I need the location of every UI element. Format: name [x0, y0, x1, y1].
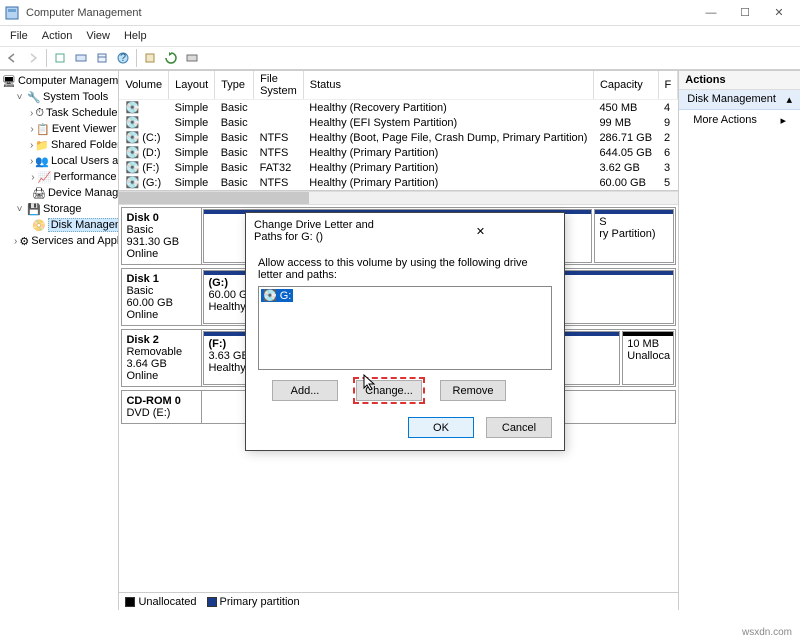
tree-system-tools[interactable]: ˅🔧System Tools	[0, 89, 118, 105]
col-fs[interactable]: File System	[254, 71, 304, 100]
legend: Unallocated Primary partition	[119, 592, 678, 610]
app-icon	[4, 5, 20, 21]
col-f[interactable]: F	[658, 71, 678, 100]
toolbar-icon-5[interactable]	[182, 48, 202, 68]
tree-event-viewer[interactable]: ›📋Event Viewer	[0, 121, 118, 137]
drive-item-g[interactable]: 💽G:	[261, 289, 293, 302]
titlebar: Computer Management — ☐ ✕	[0, 0, 800, 26]
window-title: Computer Management	[26, 7, 694, 19]
disk-0-info: Disk 0 Basic 931.30 GB Online	[122, 208, 202, 264]
menu-view[interactable]: View	[80, 28, 116, 44]
actions-section[interactable]: Disk Management▴	[679, 90, 800, 110]
chevron-right-icon: ▸	[780, 114, 786, 127]
toolbar: ?	[0, 46, 800, 70]
remove-button[interactable]: Remove	[440, 380, 506, 401]
volume-row[interactable]: 💽 (D:)SimpleBasicNTFSHealthy (Primary Pa…	[119, 145, 677, 160]
perf-icon: 📈	[38, 170, 52, 184]
computer-icon: 🖥	[2, 74, 16, 88]
actions-pane: Actions Disk Management▴ More Actions▸	[679, 71, 800, 610]
event-icon: 📋	[36, 122, 50, 136]
change-drive-letter-dialog: Change Drive Letter and Paths for G: () …	[245, 212, 565, 451]
cdrom-info: CD-ROM 0 DVD (E:)	[122, 391, 202, 423]
footer-watermark: wsxdn.com	[742, 627, 792, 638]
tree-services[interactable]: ›⚙Services and Applications	[0, 233, 118, 249]
dialog-title: Change Drive Letter and Paths for G: ()	[254, 219, 405, 243]
col-capacity[interactable]: Capacity	[593, 71, 658, 100]
dialog-close-button[interactable]: ✕	[405, 225, 556, 238]
drive-paths-listbox[interactable]: 💽G:	[258, 286, 552, 370]
menu-file[interactable]: File	[4, 28, 34, 44]
svg-text:?: ?	[120, 52, 126, 64]
forward-button[interactable]	[23, 48, 43, 68]
users-icon: 👥	[35, 154, 49, 168]
disk-1-info: Disk 1 Basic 60.00 GB Online	[122, 269, 202, 325]
drive-icon: 💽	[263, 289, 277, 302]
refresh-icon[interactable]	[161, 48, 181, 68]
disk-icon: 📀	[32, 218, 46, 232]
tree-storage[interactable]: ˅💾Storage	[0, 201, 118, 217]
back-button[interactable]	[2, 48, 22, 68]
menubar: File Action View Help	[0, 26, 800, 46]
tree-device-manager[interactable]: 🖨Device Manager	[0, 185, 118, 201]
tree-shared-folders[interactable]: ›📁Shared Folders	[0, 137, 118, 153]
menu-action[interactable]: Action	[36, 28, 79, 44]
cancel-button[interactable]: Cancel	[486, 417, 552, 438]
tree-performance[interactable]: ›📈Performance	[0, 169, 118, 185]
menu-help[interactable]: Help	[118, 28, 153, 44]
toolbar-icon-2[interactable]	[71, 48, 91, 68]
actions-header: Actions	[679, 71, 800, 90]
device-icon: 🖨	[32, 186, 46, 200]
collapse-icon: ▴	[786, 93, 792, 106]
volume-row[interactable]: 💽 SimpleBasicHealthy (Recovery Partition…	[119, 100, 677, 116]
toolbar-icon-1[interactable]	[50, 48, 70, 68]
volume-row[interactable]: 💽 SimpleBasicHealthy (EFI System Partiti…	[119, 115, 677, 130]
col-layout[interactable]: Layout	[169, 71, 215, 100]
col-volume[interactable]: Volume	[119, 71, 168, 100]
folder-icon: 📁	[35, 138, 49, 152]
ok-button[interactable]: OK	[408, 417, 474, 438]
toolbar-icon-4[interactable]	[140, 48, 160, 68]
clock-icon: ⏱	[35, 106, 44, 120]
tree-task-scheduler[interactable]: ›⏱Task Scheduler	[0, 105, 118, 121]
volume-row[interactable]: 💽 (G:)SimpleBasicNTFSHealthy (Primary Pa…	[119, 175, 677, 190]
tools-icon: 🔧	[27, 90, 41, 104]
horizontal-scrollbar[interactable]	[119, 191, 678, 205]
col-type[interactable]: Type	[215, 71, 254, 100]
volume-row[interactable]: 💽 (C:)SimpleBasicNTFSHealthy (Boot, Page…	[119, 130, 677, 145]
storage-icon: 💾	[27, 202, 41, 216]
minimize-button[interactable]: —	[694, 2, 728, 24]
add-button[interactable]: Add...	[272, 380, 338, 401]
volume-row[interactable]: 💽 (F:)SimpleBasicFAT32Healthy (Primary P…	[119, 160, 677, 175]
disk-2-info: Disk 2 Removable 3.64 GB Online	[122, 330, 202, 386]
close-button[interactable]: ✕	[762, 2, 796, 24]
dialog-hint: Allow access to this volume by using the…	[258, 257, 552, 281]
disk-2-unallocated[interactable]: 10 MB Unalloca	[622, 331, 674, 385]
change-button[interactable]: Change...	[356, 380, 422, 401]
tree-root[interactable]: 🖥Computer Management (Local	[0, 73, 118, 89]
toolbar-icon-3[interactable]	[92, 48, 112, 68]
tree-disk-management[interactable]: 📀Disk Management	[0, 217, 118, 233]
tree-local-users[interactable]: ›👥Local Users and Groups	[0, 153, 118, 169]
more-actions[interactable]: More Actions▸	[679, 110, 800, 131]
services-icon: ⚙	[19, 234, 29, 248]
maximize-button[interactable]: ☐	[728, 2, 762, 24]
help-icon[interactable]: ?	[113, 48, 133, 68]
col-status[interactable]: Status	[303, 71, 593, 100]
volume-list[interactable]: Volume Layout Type File System Status Ca…	[119, 71, 678, 191]
navigation-tree[interactable]: 🖥Computer Management (Local ˅🔧System Too…	[0, 71, 119, 610]
disk-0-partition-tail[interactable]: S ry Partition)	[594, 209, 674, 263]
dialog-titlebar: Change Drive Letter and Paths for G: () …	[246, 213, 564, 249]
